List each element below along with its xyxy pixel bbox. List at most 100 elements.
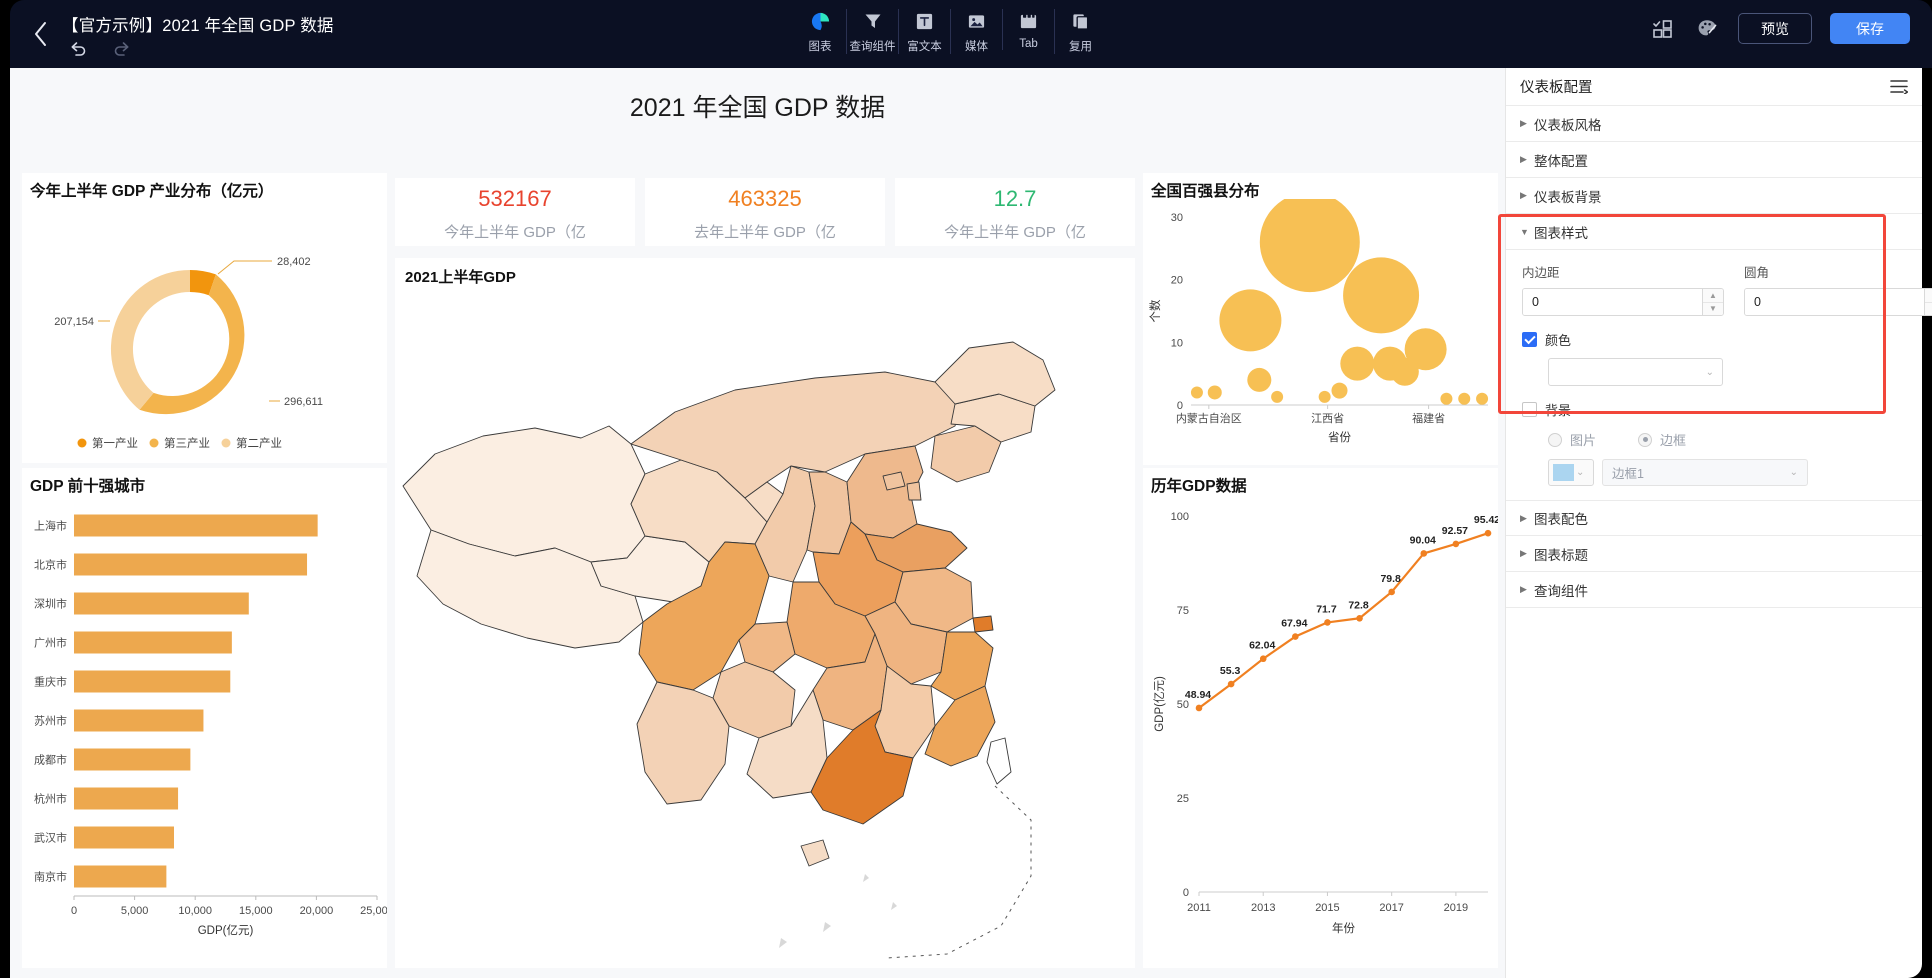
radio-border-label: 边框 [1660,433,1687,448]
tool-tab[interactable]: Tab [1002,9,1054,50]
tool-chart[interactable]: 图表 [794,9,846,54]
bubble-point-4 [1271,390,1284,403]
svg-text:个数: 个数 [1148,299,1162,322]
line-series [1198,532,1489,709]
tool-query[interactable]: 查询组件 [846,9,898,54]
image-icon [967,9,986,33]
chart-style-body: 内边距 ▲ ▼ 圆角 ▲ ▼ [1506,250,1932,500]
topbar-actions: 预览 保存 [1650,13,1910,44]
radius-step-up[interactable]: ▲ [1925,289,1932,302]
line-point-5 [1356,614,1363,622]
theme-button[interactable] [1694,16,1720,42]
bar-category-6: 成都市 [34,753,67,767]
radius-field: 圆角 ▲ ▼ [1744,262,1932,316]
redo-button[interactable] [112,38,132,58]
dashboard-title: 2021 年全国 GDP 数据 [629,94,886,122]
svg-text:内蒙古自治区: 内蒙古自治区 [1176,411,1242,425]
radius-label: 圆角 [1744,266,1770,280]
padding-step-down[interactable]: ▼ [1703,301,1723,316]
bar-category-8: 武汉市 [34,831,67,845]
section-chart-palette[interactable]: ▶ 图表配色 [1506,500,1922,536]
chart-card-line[interactable]: 历年GDP数据 0 25 50 75 100 48.94 55.3 62.04 67.94 71.… [1143,468,1498,968]
tool-richtext[interactable]: 富文本 [898,9,950,54]
padding-field: 内边距 ▲ ▼ [1522,262,1724,316]
color-checkbox-row: 颜色 [1522,330,1906,349]
section-chart-title[interactable]: ▶ 图表标题 [1506,536,1922,572]
section-query-component-label: 查询组件 [1534,583,1588,599]
tool-reuse[interactable]: 复用 [1054,9,1106,54]
line-data-label-3: 67.94 [1281,618,1307,630]
kpi-label-2: 今年上半年 GDP（亿 [944,224,1086,241]
line-point-1 [1227,680,1235,688]
section-overall-config[interactable]: ▶ 整体配置 [1506,142,1922,178]
bar-category-3: 广州市 [34,636,67,650]
layout-grid-button[interactable] [1650,16,1676,42]
donut-label-second: 207,154 [54,316,94,328]
undo-button[interactable] [68,38,88,58]
dashboard-canvas: 2021 年全国 GDP 数据 今年上半年 GDP 产业分布（亿元） 28,40… [10,68,1505,978]
list-settings-icon [1890,80,1908,94]
padding-step-up[interactable]: ▲ [1703,289,1723,302]
chevron-right-icon: ▶ [1520,548,1527,558]
radio-image[interactable]: 图片 [1548,430,1596,449]
background-checkbox[interactable] [1522,402,1537,417]
background-label: 背景 [1545,403,1572,418]
bubble-point-7 [1331,382,1348,399]
line-point-0 [1195,704,1203,712]
svg-text:30: 30 [1171,212,1183,224]
radio-image-label: 图片 [1570,433,1597,448]
section-dashboard-background[interactable]: ▶ 仪表板背景 [1506,178,1922,214]
color-checkbox[interactable] [1522,332,1537,347]
pie-chart-icon [810,9,831,33]
chart-card-donut[interactable]: 今年上半年 GDP 产业分布（亿元） 28,402 296,611 207,15… [22,173,387,463]
panel-menu-button[interactable] [1890,79,1908,94]
bar-category-2: 深圳市 [34,597,67,611]
radio-border[interactable]: 边框 [1638,430,1686,449]
config-panel: 仪表板配置 ▶ 仪表板风格 ▶ 整体配置 ▶ 仪表板背景 ▼ 图表样式 内边距 [1498,68,1932,978]
bar-6 [74,748,191,771]
svg-text:0: 0 [1177,400,1183,412]
color-select[interactable]: ⌄ [1548,358,1723,386]
layout-grid-icon [1653,19,1672,38]
border-style-select[interactable]: 边框1 ⌄ [1602,459,1808,486]
preview-button[interactable]: 预览 [1738,13,1812,44]
chart-card-bubble[interactable]: 全国百强县分布 0 10 20 30 内蒙古自治区 江西省 福建省 省份 个数 [1143,173,1498,465]
chart-card-map[interactable]: 2021上半年GDP [395,258,1135,968]
bubble-point-3 [1247,367,1272,392]
back-button[interactable] [26,18,54,50]
line-chart: 025507510048.9455.362.0467.9471.7 72.879.… [1153,511,1498,935]
padding-stepper[interactable]: ▲ ▼ [1702,289,1723,315]
bar-category-5: 苏州市 [34,714,67,728]
config-panel-title: 仪表板配置 [1520,80,1593,96]
padding-input[interactable] [1523,289,1702,315]
border-color-picker[interactable]: ⌄ [1548,459,1594,486]
radius-input[interactable] [1745,289,1924,315]
china-map[interactable] [395,286,1135,968]
bar-5 [74,709,204,732]
section-chart-palette-label: 图表配色 [1534,512,1588,527]
save-button[interactable]: 保存 [1830,13,1910,44]
section-dashboard-style[interactable]: ▶ 仪表板风格 [1506,106,1922,142]
bar-category-4: 重庆市 [34,675,67,689]
kpi-card-0[interactable]: 532167 今年上半年 GDP（亿 [395,178,635,246]
chart-card-bar[interactable]: GDP 前十强城市 上海市 北京市 深圳市 广州市 重庆市 苏州市 成都市 杭州市 武汉市 南京市… [22,468,387,968]
radius-stepper[interactable]: ▲ ▼ [1924,289,1932,315]
radius-step-down[interactable]: ▼ [1925,301,1932,316]
kpi-card-2[interactable]: 12.7 今年上半年 GDP（亿 [895,178,1135,246]
section-query-component[interactable]: ▶ 查询组件 [1506,572,1922,608]
line-point-6 [1388,588,1395,596]
bar-category-1: 北京市 [34,558,67,572]
filter-icon [863,9,883,33]
line-point-2 [1259,655,1267,663]
kpi-card-1[interactable]: 463325 去年上半年 GDP（亿 [645,178,885,246]
svg-text:年份: 年份 [1332,921,1355,935]
svg-text:25: 25 [1177,793,1189,805]
svg-text:省份: 省份 [1328,431,1351,444]
chevron-down-icon: ⌄ [1576,467,1585,478]
tool-media-label: 媒体 [965,41,988,53]
tool-media[interactable]: 媒体 [950,9,1002,54]
document-title: 【官方示例】2021 年全国 GDP 数据 [62,17,334,35]
section-chart-style[interactable]: ▼ 图表样式 [1506,214,1922,250]
tool-query-label: 查询组件 [849,41,896,53]
kpi-value-2: 12.7 [993,186,1037,211]
